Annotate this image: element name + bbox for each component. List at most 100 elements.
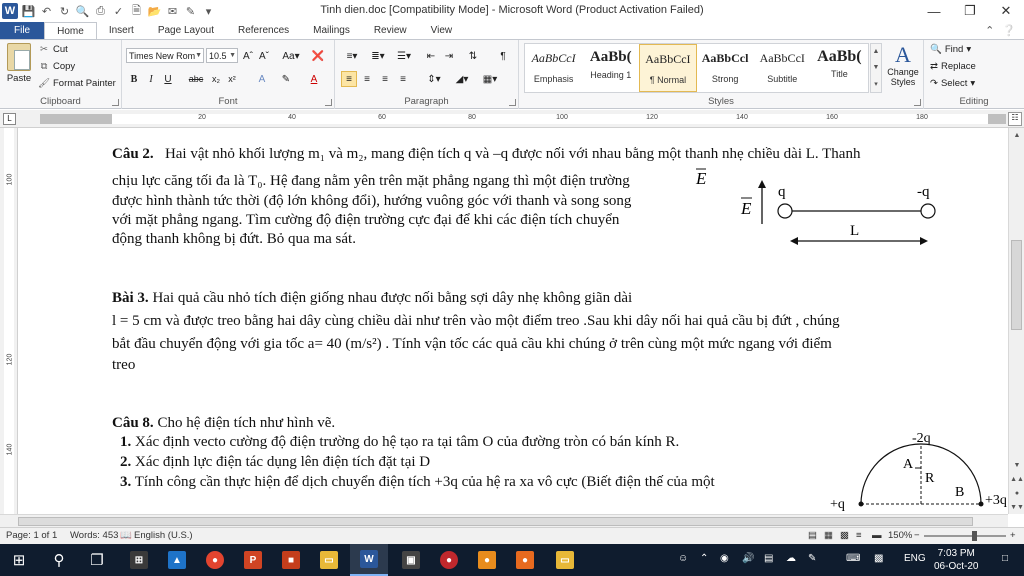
word-count[interactable]: Words: 453 [70, 530, 118, 541]
line-spacing-icon[interactable]: ⇕▾ [423, 71, 445, 87]
bold-icon[interactable]: B [126, 71, 142, 87]
find-button[interactable]: 🔍 Find ▾ [930, 44, 971, 55]
strikethrough-icon[interactable]: abc [188, 71, 204, 87]
taskbar-app-icon[interactable]: ● [506, 544, 544, 576]
clear-formatting-icon[interactable]: ❌ [310, 48, 326, 64]
language[interactable]: English (U.S.) [134, 530, 193, 541]
previous-page-icon[interactable]: ▲▲ [1009, 472, 1024, 486]
style-heading-1[interactable]: AaBb( Heading 1 [582, 44, 639, 92]
battery-icon[interactable]: ▩ [874, 553, 883, 564]
horizontal-ruler[interactable]: L 20 40 60 80 100 120 140 160 180 ☷ [0, 110, 1024, 128]
styles-gallery-scroll[interactable]: ▲ ▼ ▾ [870, 43, 882, 93]
input-language[interactable]: ENG [904, 553, 926, 564]
minimize-button[interactable]: — [916, 0, 952, 22]
align-center-icon[interactable]: ≡ [359, 71, 375, 87]
superscript-icon[interactable]: x² [224, 71, 240, 87]
full-screen-icon[interactable]: ▦ [824, 530, 833, 541]
align-left-icon[interactable]: ≡ [341, 71, 357, 87]
undo-icon[interactable]: ↶ [39, 4, 54, 19]
minimize-ribbon-icon[interactable]: ⌃ [985, 24, 994, 37]
gallery-more-icon[interactable]: ▾ [874, 80, 878, 88]
volume-icon[interactable]: 🔊 [742, 553, 754, 564]
people-icon[interactable]: ☺ [678, 553, 688, 564]
underline-icon[interactable]: U [160, 71, 176, 87]
email-icon[interactable]: ✉ [165, 4, 180, 19]
font-color-icon[interactable]: A [306, 71, 322, 87]
draw-table-icon[interactable]: ✎ [183, 4, 198, 19]
tab-page-layout[interactable]: Page Layout [146, 22, 226, 39]
save-icon[interactable]: 💾 [21, 4, 36, 19]
paste-button[interactable]: Paste [4, 43, 34, 84]
numbering-icon[interactable]: ≣▾ [367, 48, 389, 64]
tab-home[interactable]: Home [44, 22, 97, 39]
outline-icon[interactable]: ≡ [856, 530, 862, 541]
powerpoint-icon[interactable]: P [234, 544, 272, 576]
clipboard-launcher[interactable] [112, 99, 119, 106]
tab-references[interactable]: References [226, 22, 301, 39]
style-normal[interactable]: AaBbCcI ¶ Normal [639, 44, 697, 92]
tab-view[interactable]: View [419, 22, 465, 39]
bullets-icon[interactable]: ≡▾ [341, 48, 363, 64]
customize-qat-icon[interactable]: ▾ [201, 4, 216, 19]
change-styles-button[interactable]: A Change Styles [886, 43, 920, 88]
horizontal-scrollbar[interactable] [0, 514, 1008, 527]
document-area[interactable]: Câu 2. Hai vật nhỏ khối lượng m₁ và m₂, … [19, 128, 1008, 514]
print-layout-icon[interactable]: ▤ [808, 530, 817, 541]
grow-font-icon[interactable]: Aˆ [240, 48, 256, 64]
zoom-out-icon[interactable]: − [914, 530, 920, 541]
style-subtitle[interactable]: AaBbCcI Subtitle [754, 44, 811, 92]
select-button[interactable]: ↷ Select ▾ [930, 78, 975, 89]
print-preview-icon[interactable]: 🔍 [75, 4, 90, 19]
vertical-scrollbar[interactable]: ▲ ▼ ▲▲ ● ▼▼ [1008, 128, 1024, 514]
search-icon[interactable]: ⚲ [40, 544, 78, 576]
restore-button[interactable]: ❐ [952, 0, 988, 22]
copy-button[interactable]: ⧉ Copy [38, 61, 76, 72]
borders-icon[interactable]: ▦▾ [479, 71, 501, 87]
taskbar-app-icon[interactable]: ■ [272, 544, 310, 576]
style-emphasis[interactable]: AaBbCcI Emphasis [525, 44, 582, 92]
onedrive-icon[interactable]: ☁ [786, 553, 796, 564]
taskbar-app-icon[interactable]: ▣ [392, 544, 430, 576]
web-layout-icon[interactable]: ▩ [840, 530, 849, 541]
taskbar-app-icon[interactable]: ▲ [158, 544, 196, 576]
multilevel-list-icon[interactable]: ☰▾ [393, 48, 415, 64]
tab-insert[interactable]: Insert [97, 22, 146, 39]
quick-print-icon[interactable]: ⎙ [93, 4, 108, 19]
pen-icon[interactable]: ✎ [808, 553, 816, 564]
style-strong[interactable]: AaBbCcl Strong [697, 44, 754, 92]
draft-icon[interactable]: ▬ [872, 530, 882, 541]
scroll-thumb[interactable] [1011, 240, 1022, 330]
taskbar-app-icon[interactable]: ● [468, 544, 506, 576]
shrink-font-icon[interactable]: Aˇ [256, 48, 272, 64]
text-effects-icon[interactable]: A [254, 71, 270, 87]
select-browse-object-icon[interactable]: ● [1009, 486, 1024, 500]
cut-button[interactable]: ✂ Cut [38, 44, 68, 55]
replace-button[interactable]: ⇄ Replace [930, 61, 976, 72]
show-hidden-icons-icon[interactable]: ⌃ [700, 553, 708, 564]
decrease-indent-icon[interactable]: ⇤ [423, 48, 439, 64]
font-name-select[interactable]: Times New Rom ▼ [126, 48, 204, 63]
sort-icon[interactable]: ⇅ [465, 48, 481, 64]
word-taskbar-icon[interactable]: W [350, 544, 388, 576]
show-formatting-marks-icon[interactable]: ¶ [495, 48, 511, 64]
tab-selector-icon[interactable]: L [3, 113, 16, 125]
tab-mailings[interactable]: Mailings [301, 22, 362, 39]
gallery-up-icon[interactable]: ▲ [873, 48, 880, 55]
italic-icon[interactable]: I [143, 71, 159, 87]
align-right-icon[interactable]: ≡ [377, 71, 393, 87]
network-icon[interactable]: ▤ [764, 553, 773, 564]
taskbar-app-icon[interactable]: ▭ [546, 544, 584, 576]
zoom-slider-knob[interactable] [971, 531, 977, 541]
tray-app-icon[interactable]: ◉ [720, 553, 729, 564]
notifications-icon[interactable]: □ [1002, 553, 1008, 564]
help-icon[interactable]: ❔ [1002, 24, 1016, 37]
keyboard-icon[interactable]: ⌨ [846, 553, 860, 564]
vertical-ruler[interactable]: 100 120 140 [0, 128, 18, 514]
tab-review[interactable]: Review [362, 22, 419, 39]
change-case-icon[interactable]: Aa▾ [280, 48, 302, 64]
taskbar-app-icon[interactable]: ● [430, 544, 468, 576]
styles-launcher[interactable] [914, 99, 921, 106]
view-ruler-icon[interactable]: ☷ [1008, 112, 1022, 126]
scroll-down-icon[interactable]: ▼ [1009, 458, 1024, 472]
increase-indent-icon[interactable]: ⇥ [441, 48, 457, 64]
